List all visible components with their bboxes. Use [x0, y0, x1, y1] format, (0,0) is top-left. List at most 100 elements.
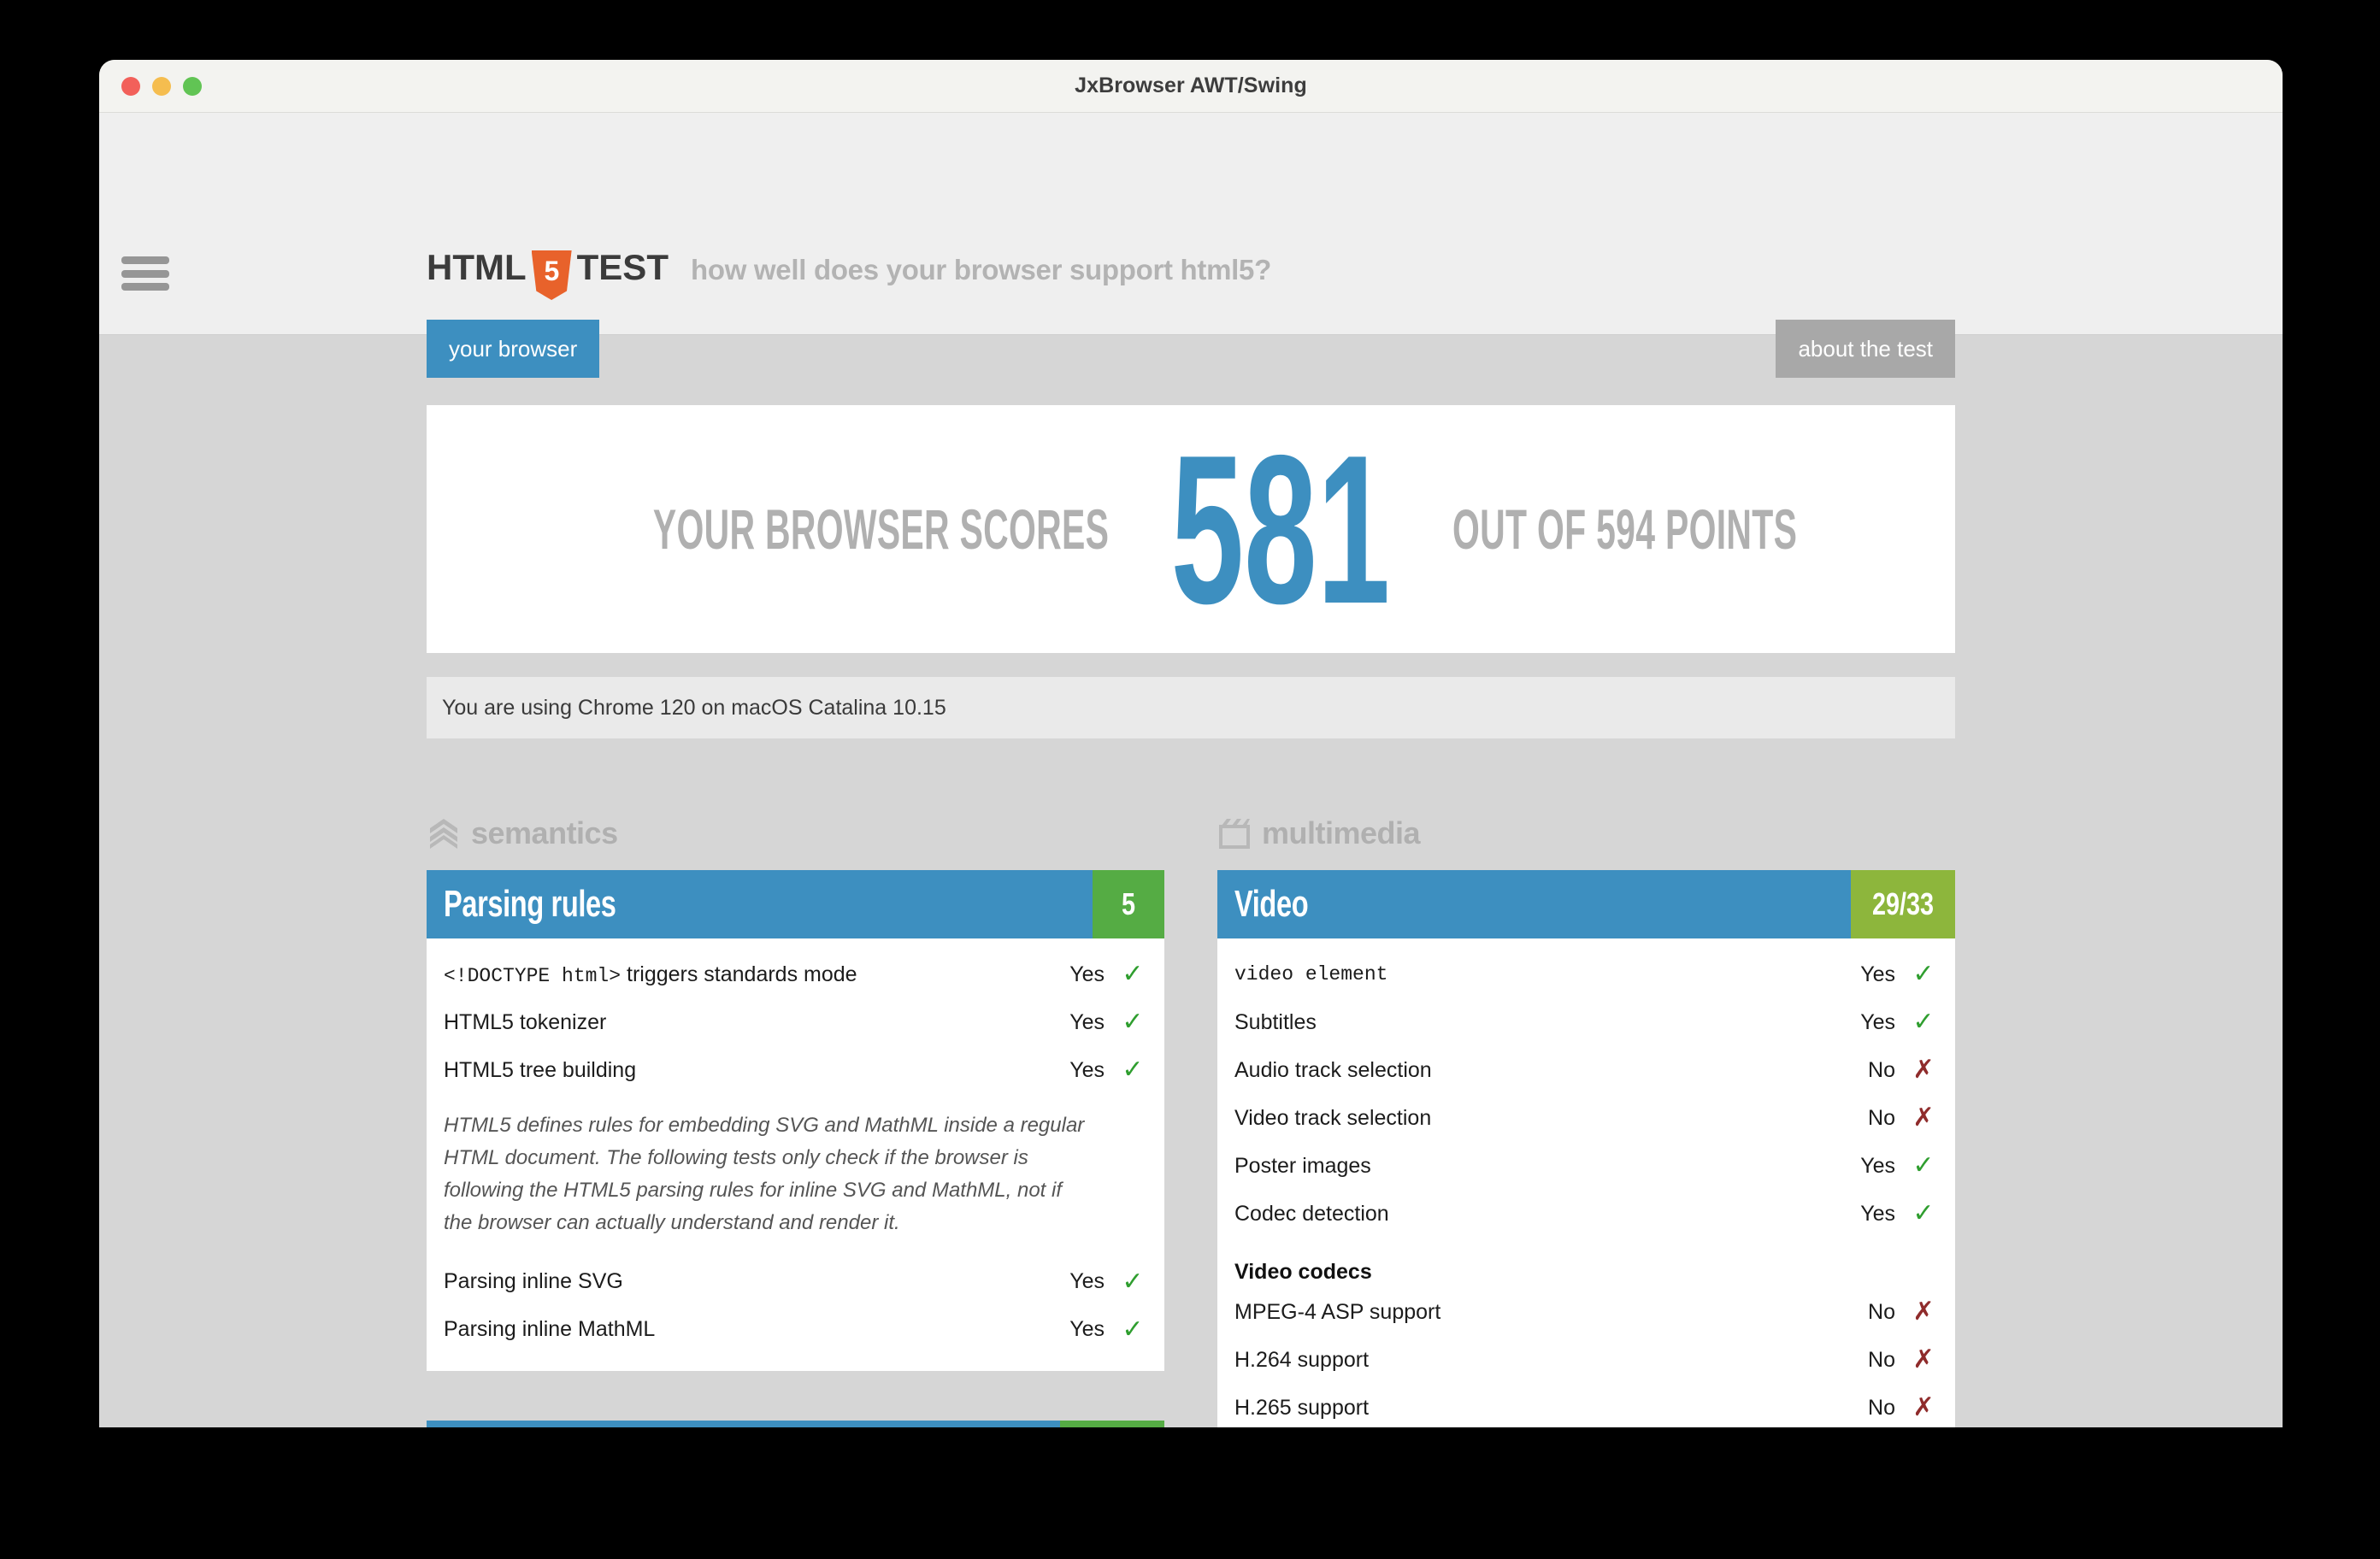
test-value: Yes: [1069, 962, 1105, 986]
hamburger-bar: [121, 269, 169, 278]
hamburger-bar: [121, 283, 169, 291]
test-value: No: [1868, 1299, 1895, 1324]
test-value: Yes: [1069, 1057, 1105, 1082]
test-value: Yes: [1860, 962, 1895, 986]
check-icon: ✓: [1122, 1315, 1144, 1344]
test-label-rest: triggers standards mode: [621, 962, 857, 986]
test-label: Poster images: [1234, 1153, 1371, 1178]
nav-tabs: about the test your browser: [427, 320, 1955, 378]
test-label: Parsing inline SVG: [444, 1269, 623, 1294]
test-value: No: [1868, 1395, 1895, 1420]
test-row: video element Yes ✓: [1234, 950, 1938, 998]
check-icon: ✓: [1912, 1151, 1935, 1180]
test-value: No: [1868, 1057, 1895, 1082]
html5test-logo[interactable]: HTML 5 TEST: [427, 243, 669, 300]
test-row: Parsing inline SVG Yes ✓: [444, 1258, 1147, 1306]
score-card: YOUR BROWSER SCORES 581 OUT OF 594 POINT…: [427, 405, 1955, 653]
test-value: Yes: [1069, 1269, 1105, 1294]
page-content: YOUR BROWSER SCORES 581 OUT OF 594 POINT…: [99, 405, 2283, 1427]
score-prefix-label: YOUR BROWSER SCORES: [652, 497, 1110, 561]
score-line: YOUR BROWSER SCORES 581 OUT OF 594 POINT…: [427, 409, 1955, 648]
section-title: Elements: [427, 1421, 1060, 1427]
section-header-parsing-rules[interactable]: Parsing rules 5: [427, 870, 1164, 938]
test-row: Video track selection No ✗: [1234, 1094, 1938, 1142]
test-value: Yes: [1860, 1009, 1895, 1034]
test-label-code: <!DOCTYPE html>: [444, 964, 622, 987]
test-label: H.264 support: [1234, 1347, 1370, 1372]
application-window: JxBrowser AWT/Swing HTML 5 TEST how well…: [99, 60, 2283, 1427]
category-label: semantics: [471, 815, 618, 850]
section-header-video[interactable]: Video 29/33: [1217, 870, 1955, 938]
test-row: Codec detection Yes ✓: [1234, 1190, 1938, 1238]
column-semantics: semantics Parsing rules 5 <!DOCTYPE html…: [427, 815, 1164, 1427]
check-icon: ✓: [1912, 1199, 1935, 1227]
section-title: Video: [1234, 883, 1309, 925]
logo-text-right: TEST: [576, 247, 669, 287]
test-row: Poster images Yes ✓: [1234, 1142, 1938, 1190]
score-suffix-label: OUT OF 594 POINTS: [1452, 497, 1798, 561]
test-row: Subtitles Yes ✓: [1234, 998, 1938, 1046]
cross-icon: ✗: [1912, 1297, 1935, 1326]
clapperboard-icon: [1219, 819, 1250, 849]
test-row: H.265 support No ✗: [1234, 1384, 1938, 1427]
test-label: video element: [1234, 963, 1388, 985]
site-header: HTML 5 TEST how well does your browser s…: [99, 113, 2283, 378]
test-label: HTML5 tokenizer: [444, 1009, 607, 1034]
check-icon: ✓: [1122, 960, 1144, 988]
test-value: Yes: [1069, 1009, 1105, 1034]
check-icon: ✓: [1122, 1056, 1144, 1084]
window-title: JxBrowser AWT/Swing: [1075, 74, 1307, 97]
test-label: Video track selection: [1234, 1105, 1432, 1130]
test-row: H.264 support No ✗: [1234, 1336, 1938, 1384]
section-score-badge: 29/33: [1850, 870, 1955, 938]
tab-your-browser[interactable]: your browser: [427, 320, 600, 378]
browser-info-bar: You are using Chrome 120 on macOS Catali…: [427, 677, 1955, 738]
cross-icon: ✗: [1912, 1056, 1935, 1084]
zoom-button[interactable]: [183, 77, 202, 96]
test-value: No: [1868, 1347, 1895, 1372]
window-titlebar: JxBrowser AWT/Swing: [99, 60, 2283, 113]
cross-icon: ✗: [1912, 1103, 1935, 1132]
test-label: MPEG-4 ASP support: [1234, 1299, 1441, 1324]
test-label: Subtitles: [1234, 1009, 1317, 1034]
test-label: <!DOCTYPE html> triggers standards mode: [444, 962, 1048, 987]
section-score-badge: 5: [1093, 870, 1164, 938]
category-header-semantics: semantics: [427, 815, 1164, 851]
test-value: Yes: [1860, 1201, 1895, 1226]
cross-icon: ✗: [1912, 1345, 1935, 1374]
subsection-heading: Video codecs: [1234, 1260, 1372, 1284]
section-score-badge: 32/33: [1059, 1420, 1164, 1427]
test-value: Yes: [1069, 1317, 1105, 1342]
check-icon: ✓: [1122, 1008, 1144, 1036]
test-value: No: [1868, 1105, 1895, 1130]
browser-page: HTML 5 TEST how well does your browser s…: [99, 113, 2283, 1427]
tab-about-the-test[interactable]: about the test: [1776, 320, 1955, 378]
test-label: Parsing inline MathML: [444, 1317, 656, 1342]
chevron-stack-icon: [430, 819, 457, 849]
test-label: HTML5 tree building: [444, 1057, 637, 1082]
html5-shield-icon: 5: [531, 250, 572, 300]
test-row: <!DOCTYPE html> triggers standards mode …: [444, 950, 1147, 998]
check-icon: ✓: [1122, 1267, 1144, 1296]
site-tagline: how well does your browser support html5…: [690, 254, 1271, 285]
test-row: HTML5 tokenizer Yes ✓: [444, 998, 1147, 1046]
section-header-elements[interactable]: Elements 32/33: [427, 1420, 1164, 1427]
logo-text-left: HTML: [427, 247, 527, 287]
score-value: 581: [1170, 409, 1391, 648]
test-row: HTML5 tree building Yes ✓: [444, 1046, 1147, 1094]
section-body-video: video element Yes ✓ Subtitles Yes ✓ Audi…: [1217, 938, 1955, 1427]
desktop-background: JxBrowser AWT/Swing HTML 5 TEST how well…: [0, 0, 2380, 1559]
test-label: Audio track selection: [1234, 1057, 1432, 1082]
section-note: HTML5 defines rules for embedding SVG an…: [444, 1114, 1085, 1234]
minimize-button[interactable]: [152, 77, 171, 96]
hamburger-bar: [121, 256, 169, 264]
hamburger-menu-icon[interactable]: [121, 256, 169, 291]
category-header-multimedia: multimedia: [1217, 815, 1955, 851]
check-icon: ✓: [1912, 960, 1935, 988]
cross-icon: ✗: [1912, 1393, 1935, 1421]
shield-digit: 5: [544, 256, 559, 286]
close-button[interactable]: [121, 77, 140, 96]
test-value: Yes: [1860, 1153, 1895, 1178]
check-icon: ✓: [1912, 1008, 1935, 1036]
test-row: MPEG-4 ASP support No ✗: [1234, 1288, 1938, 1336]
